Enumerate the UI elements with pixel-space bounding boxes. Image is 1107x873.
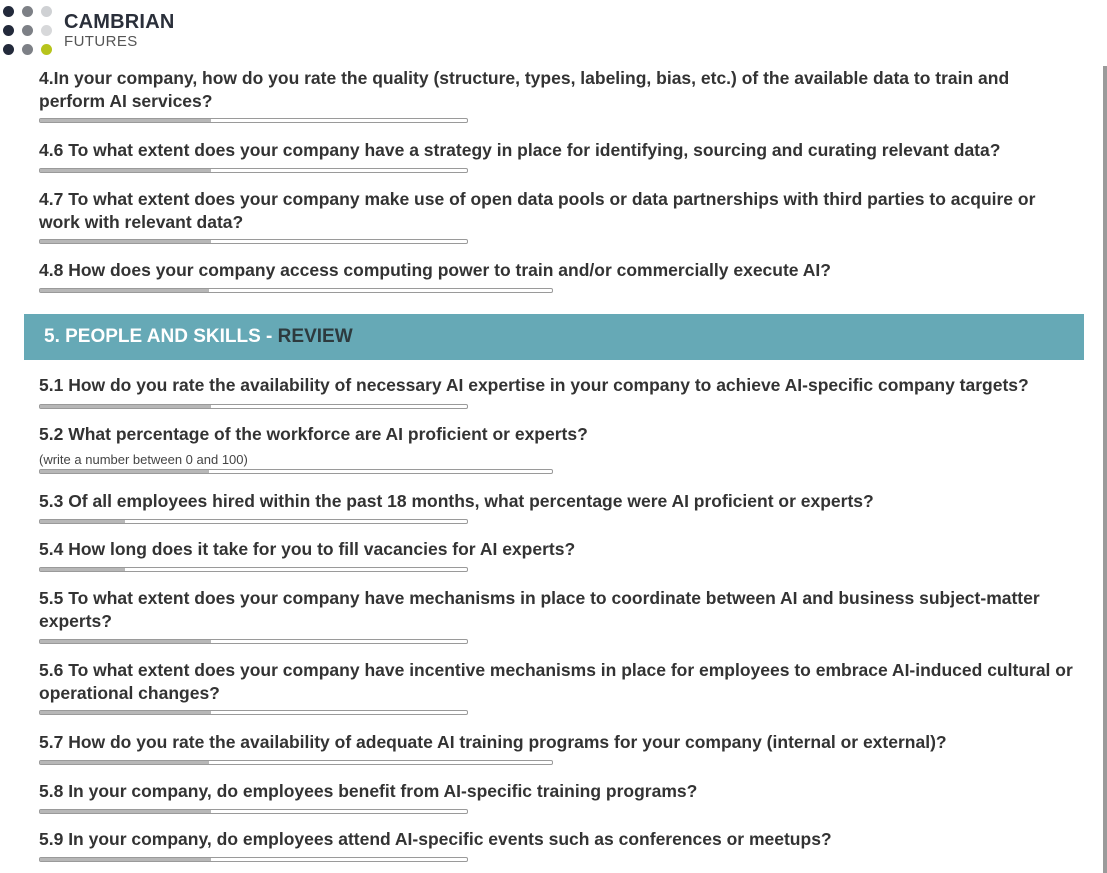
answer-slider-fill (40, 169, 211, 172)
logo-dot (3, 6, 14, 17)
answer-slider[interactable] (39, 809, 468, 814)
answer-slider[interactable] (39, 519, 468, 524)
answer-slider[interactable] (39, 288, 553, 293)
answer-slider[interactable] (39, 567, 468, 572)
logo-dot (41, 25, 52, 36)
answer-slider-fill (40, 470, 209, 473)
answer-slider-fill (40, 405, 211, 408)
answer-slider[interactable] (39, 239, 468, 244)
logo-dot (22, 6, 33, 17)
question-text: 5.2 What percentage of the workforce are… (39, 424, 588, 444)
question-text: 5.6 To what extent does your company hav… (39, 660, 1073, 703)
section-header: 5. PEOPLE AND SKILLS - REVIEW (24, 314, 1084, 360)
logo-dot (41, 44, 52, 55)
question-hint: (write a number between 0 and 100) (39, 452, 248, 467)
logo-dot (3, 25, 14, 36)
logo-title: CAMBRIAN (64, 11, 175, 33)
answer-slider-fill (40, 240, 211, 243)
answer-slider-fill (40, 711, 211, 714)
logo-dot (22, 44, 33, 55)
logo-dot (22, 25, 33, 36)
answer-slider[interactable] (39, 857, 468, 862)
answer-slider[interactable] (39, 168, 468, 173)
logo-dots-icon (3, 6, 55, 58)
answer-slider-fill (40, 858, 211, 861)
logo-dot (41, 6, 52, 17)
question-text: 5.4 How long does it take for you to fil… (39, 539, 576, 559)
answer-input[interactable] (39, 469, 553, 474)
section-title-text: 5. PEOPLE AND SKILLS - (44, 326, 278, 347)
answer-slider-fill (40, 640, 211, 643)
answer-slider-fill (40, 289, 209, 292)
answer-slider[interactable] (39, 639, 468, 644)
logo-subtitle: FUTURES (64, 33, 138, 50)
question-text: 5.8 In your company, do employees benefi… (39, 781, 698, 801)
page-header: CAMBRIAN FUTURES (0, 0, 1107, 66)
answer-slider-fill (40, 520, 126, 523)
section-review-link[interactable]: REVIEW (278, 326, 353, 347)
question-text: 4.In your company, how do you rate the q… (39, 68, 1010, 111)
question-text: 5.3 Of all employees hired within the pa… (39, 491, 874, 511)
answer-slider-fill (40, 761, 209, 764)
logo-dot (3, 44, 14, 55)
answer-slider-fill (40, 119, 211, 122)
question-text: 5.9 In your company, do employees attend… (39, 829, 832, 849)
question-text: 4.6 To what extent does your company hav… (39, 140, 1001, 160)
section-title: 5. PEOPLE AND SKILLS - REVIEW (44, 326, 353, 348)
answer-slider[interactable] (39, 404, 468, 409)
question-text: 5.1 How do you rate the availability of … (39, 375, 1029, 395)
scrollbar[interactable] (1103, 66, 1107, 873)
answer-slider-fill (40, 810, 211, 813)
question-text: 5.7 How do you rate the availability of … (39, 732, 947, 752)
answer-slider[interactable] (39, 760, 553, 765)
answer-slider-fill (40, 568, 126, 571)
answer-slider[interactable] (39, 710, 468, 715)
question-text: 4.7 To what extent does your company mak… (39, 189, 1036, 232)
question-text: 4.8 How does your company access computi… (39, 260, 831, 280)
question-text: 5.5 To what extent does your company hav… (39, 588, 1040, 631)
answer-slider[interactable] (39, 118, 468, 123)
